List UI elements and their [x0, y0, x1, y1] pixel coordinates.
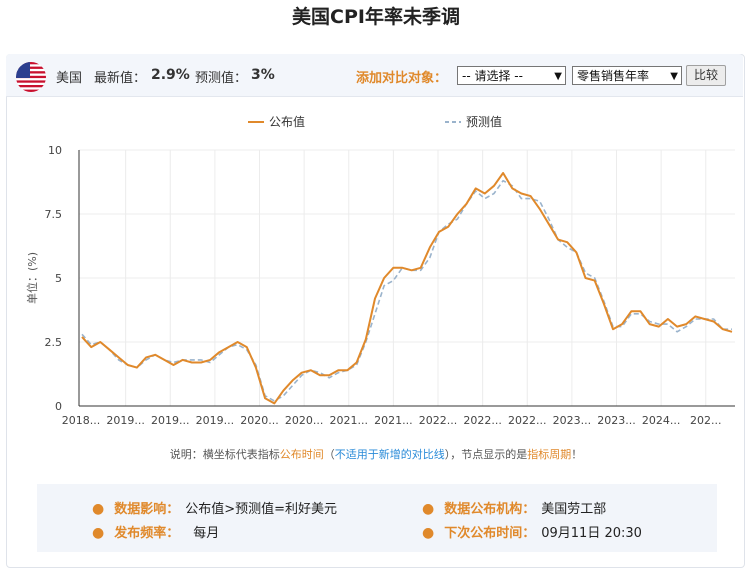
y-tick-label: 7.5: [45, 208, 63, 221]
note-text-4: ！: [571, 448, 583, 461]
legend-forecast-label: 预测值: [466, 114, 502, 129]
x-tick-label: 2021...: [374, 414, 412, 427]
cpi-line-chart: 公布值 预测值 单位：(%) 0 2.5 5 7.5 10 2018... 2019...…: [25, 114, 735, 427]
note-indicator-period: 指标周期: [527, 448, 572, 461]
impact-label: 数据影响：: [114, 502, 180, 517]
chart-note: 说明：横坐标代表指标公布时间（不适用于新增的对比线），节点显示的是指标周期！: [0, 446, 752, 462]
x-tick-label: 2022...: [463, 414, 501, 427]
impact-row: ● 数据影响： 公布值>预测值=利好美元: [92, 498, 337, 517]
x-tick-label: 2022...: [419, 414, 457, 427]
chart-legend: 公布值 预测值: [248, 114, 502, 129]
impact-value: 公布值>预测值=利好美元: [185, 502, 338, 517]
bullet-icon: ●: [92, 501, 105, 517]
bullet-icon: ●: [422, 525, 435, 541]
note-text-1: 说明：横坐标代表指标: [169, 448, 280, 461]
x-tick-label: 2019...: [106, 414, 144, 427]
org-value: 美国劳工部: [541, 502, 607, 517]
info-panel: ● 数据影响： 公布值>预测值=利好美元 ● 数据公布机构： 美国劳工部 ● 发布频率： 每…: [37, 484, 717, 552]
x-tick-label: 2023...: [597, 414, 635, 427]
x-tick-label: 2023...: [553, 414, 591, 427]
note-release-time: 公布时间: [279, 448, 324, 461]
x-tick-label: 2020...: [240, 414, 278, 427]
x-tick-label: 2020...: [285, 414, 323, 427]
frequency-value: 每月: [193, 526, 220, 541]
y-tick-label: 0: [55, 400, 62, 413]
frequency-row: ● 发布频率： 每月: [92, 522, 219, 541]
note-not-applicable: 不适用于新增的对比线: [334, 448, 445, 461]
x-tick-label: 2021...: [330, 414, 368, 427]
x-tick-label: 202...: [690, 414, 722, 427]
next-release-row: ● 下次公布时间： 09月11日 20:30: [422, 522, 642, 541]
next-release-value: 09月11日 20:30: [541, 526, 642, 541]
org-label: 数据公布机构：: [444, 502, 536, 517]
note-text-2: （: [323, 448, 335, 461]
y-tick-label: 10: [48, 144, 62, 157]
legend-actual-label: 公布值: [269, 114, 305, 129]
org-row: ● 数据公布机构： 美国劳工部: [422, 498, 606, 517]
actual-series-line: [81, 172, 733, 405]
y-tick-label: 2.5: [45, 336, 63, 349]
note-text-3: ），节点显示的是: [444, 448, 528, 461]
next-release-label: 下次公布时间：: [444, 526, 536, 541]
frequency-label: 发布频率：: [114, 526, 180, 541]
x-tick-label: 2019...: [151, 414, 189, 427]
y-tick-label: 5: [55, 272, 62, 285]
y-axis-label: 单位：(%): [25, 252, 39, 304]
x-tick-label: 2024...: [642, 414, 680, 427]
x-tick-label: 2022...: [508, 414, 546, 427]
bullet-icon: ●: [92, 525, 105, 541]
x-tick-label: 2018...: [62, 414, 100, 427]
x-tick-label: 2019...: [196, 414, 234, 427]
bullet-icon: ●: [422, 501, 435, 517]
